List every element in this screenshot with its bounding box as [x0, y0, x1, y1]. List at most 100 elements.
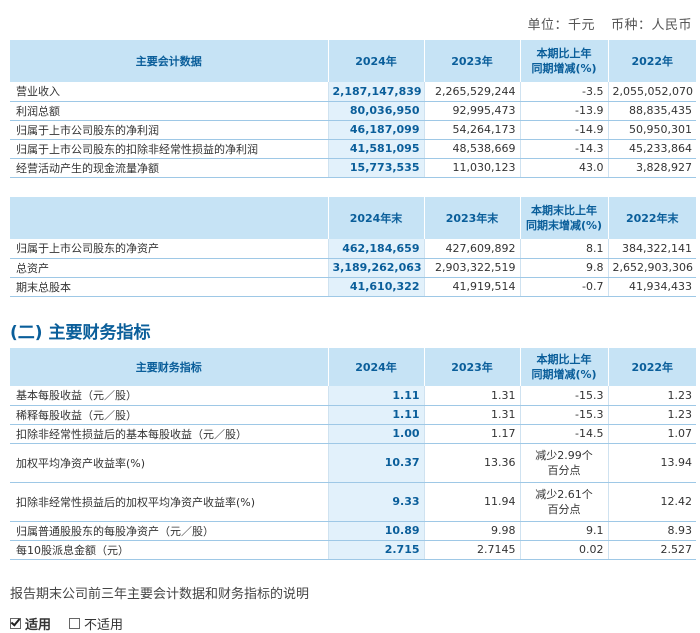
table-cell: 11,030,123 [424, 158, 521, 178]
row-label: 经营活动产生的现金流量净额 [10, 158, 329, 178]
table-cell: 减少2.61个 百分点 [520, 482, 609, 522]
table-cell: -14.9 [520, 120, 609, 140]
column-header: 本期比上年 同期增减(%) [520, 40, 609, 82]
table-cell: 45,233,864 [608, 139, 696, 159]
table-cell: 1.23 [608, 405, 696, 425]
table-cell: 2.527 [608, 540, 696, 560]
row-label: 基本每股收益（元／股） [10, 386, 329, 406]
table-cell: 9.8 [520, 258, 609, 278]
table-cell: 80,036,950 [328, 101, 425, 121]
table-cell: 13.36 [424, 443, 521, 483]
option-applicable[interactable]: 适用 [10, 614, 51, 633]
table-cell: 2,652,903,306 [608, 258, 696, 278]
table-cell: 41,581,095 [328, 139, 425, 159]
table-cell: 92,995,473 [424, 101, 521, 121]
table-cell: 8.93 [608, 521, 696, 541]
column-header: 2022年 [608, 40, 696, 82]
checked-box-icon [10, 618, 21, 629]
option-not-applicable[interactable]: 不适用 [69, 614, 123, 633]
table-cell: 1.17 [424, 424, 521, 444]
table-row: 总资产 3,189,262,063 2,903,322,519 9.8 2,652,90… [10, 258, 696, 278]
table-cell: 10.89 [328, 521, 425, 541]
column-header: 2024年末 [328, 197, 425, 239]
table-cell: 9.33 [328, 482, 425, 522]
table-cell: 1.23 [608, 386, 696, 406]
row-label: 期末总股本 [10, 277, 329, 297]
unit-line: 单位：千元 币种：人民币 [527, 14, 692, 33]
column-header: 主要会计数据 [10, 40, 329, 82]
financial-indicators-table: 主要财务指标 2024年 2023年 本期比上年 同期增减(%) 2022年 基本每股收益（… [10, 348, 696, 560]
table-row: 每10股派息金额（元） 2.715 2.7145 0.02 2.527 [10, 540, 696, 560]
table-cell: 2,265,529,244 [424, 82, 521, 102]
column-header: 2023年 [424, 40, 521, 82]
table-cell: 1.00 [328, 424, 425, 444]
table-row: 归属普通股股东的每股净资产（元／股） 10.89 9.98 9.1 8.93 [10, 521, 696, 541]
row-label: 稀释每股收益（元／股） [10, 405, 329, 425]
table-cell: 3,828,927 [608, 158, 696, 178]
row-label: 归属普通股股东的每股净资产（元／股） [10, 521, 329, 541]
row-label: 归属于上市公司股东的扣除非经常性损益的净利润 [10, 139, 329, 159]
table-cell: 88,835,435 [608, 101, 696, 121]
row-label: 扣除非经常性损益后的基本每股收益（元／股） [10, 424, 329, 444]
column-header: 2024年 [328, 348, 425, 386]
column-header: 主要财务指标 [10, 348, 329, 386]
note-text: 报告期末公司前三年主要会计数据和财务指标的说明 [10, 587, 310, 602]
row-label: 营业收入 [10, 82, 329, 102]
table-cell: 1.11 [328, 405, 425, 425]
table-cell: 15,773,535 [328, 158, 425, 178]
table-row: 期末总股本 41,610,322 41,919,514 -0.7 41,934,433 [10, 277, 696, 297]
table-cell: 2,903,322,519 [424, 258, 521, 278]
table-row: 营业收入 2,187,147,839 2,265,529,244 -3.5 2,055,… [10, 82, 696, 102]
table-cell: 462,184,659 [328, 239, 425, 259]
table-cell: 46,187,099 [328, 120, 425, 140]
table-cell: 43.0 [520, 158, 609, 178]
table-cell: 减少2.99个 百分点 [520, 443, 609, 483]
table-cell: 41,919,514 [424, 277, 521, 297]
row-label: 利润总额 [10, 101, 329, 121]
table-cell: 1.31 [424, 405, 521, 425]
table-row: 归属于上市公司股东的净利润 46,187,099 54,264,173 -14.9 50… [10, 120, 696, 140]
table-cell: -15.3 [520, 386, 609, 406]
table-row: 稀释每股收益（元／股） 1.11 1.31 -15.3 1.23 [10, 405, 696, 425]
currency-label: 币种：人民币 [610, 18, 692, 33]
table-cell: 41,934,433 [608, 277, 696, 297]
row-label: 加权平均净资产收益率(%) [10, 443, 329, 483]
table-cell: 2,187,147,839 [328, 82, 425, 102]
row-label: 归属于上市公司股东的净利润 [10, 120, 329, 140]
accounting-data-table: 主要会计数据 2024年 2023年 本期比上年 同期增减(%) 2022年 营业收入 2,1… [10, 40, 696, 178]
table-cell: -0.7 [520, 277, 609, 297]
table-cell: -13.9 [520, 101, 609, 121]
section-title: (二) 主要财务指标 [10, 323, 151, 343]
row-label: 总资产 [10, 258, 329, 278]
table-cell: 54,264,173 [424, 120, 521, 140]
unit-label: 单位：千元 [527, 18, 595, 33]
table-cell: 50,950,301 [608, 120, 696, 140]
table-cell: 9.98 [424, 521, 521, 541]
period-end-data-table: 2024年末 2023年末 本期末比上年 同期末增减(%) 2022年末 归属于上市公司股… [10, 197, 696, 297]
table-cell: 11.94 [424, 482, 521, 522]
table-cell: 9.1 [520, 521, 609, 541]
table-cell: 427,609,892 [424, 239, 521, 259]
option-not-applicable-label: 不适用 [84, 618, 124, 633]
column-header: 本期比上年 同期增减(%) [520, 348, 609, 386]
column-header: 2023年末 [424, 197, 521, 239]
table-cell: 1.31 [424, 386, 521, 406]
table-row: 经营活动产生的现金流量净额 15,773,535 11,030,123 43.0 3,8… [10, 158, 696, 178]
applicability-options: 适用 不适用 [10, 614, 123, 633]
table-row: 加权平均净资产收益率(%) 10.37 13.36 减少2.99个 百分点 13.94 [10, 443, 696, 483]
table-row: 归属于上市公司股东的净资产 462,184,659 427,609,892 8.1 38… [10, 239, 696, 259]
row-label: 每10股派息金额（元） [10, 540, 329, 560]
table-row: 基本每股收益（元／股） 1.11 1.31 -15.3 1.23 [10, 386, 696, 406]
table-cell: -3.5 [520, 82, 609, 102]
column-header: 2022年末 [608, 197, 696, 239]
column-header: 2024年 [328, 40, 425, 82]
table-cell: 384,322,141 [608, 239, 696, 259]
option-applicable-label: 适用 [25, 618, 52, 633]
table-cell: 0.02 [520, 540, 609, 560]
empty-box-icon [69, 618, 81, 629]
table-cell: -14.5 [520, 424, 609, 444]
table-cell: 3,189,262,063 [328, 258, 425, 278]
table-cell: -14.3 [520, 139, 609, 159]
table-cell: 12.42 [608, 482, 696, 522]
column-header: 2023年 [424, 348, 521, 386]
